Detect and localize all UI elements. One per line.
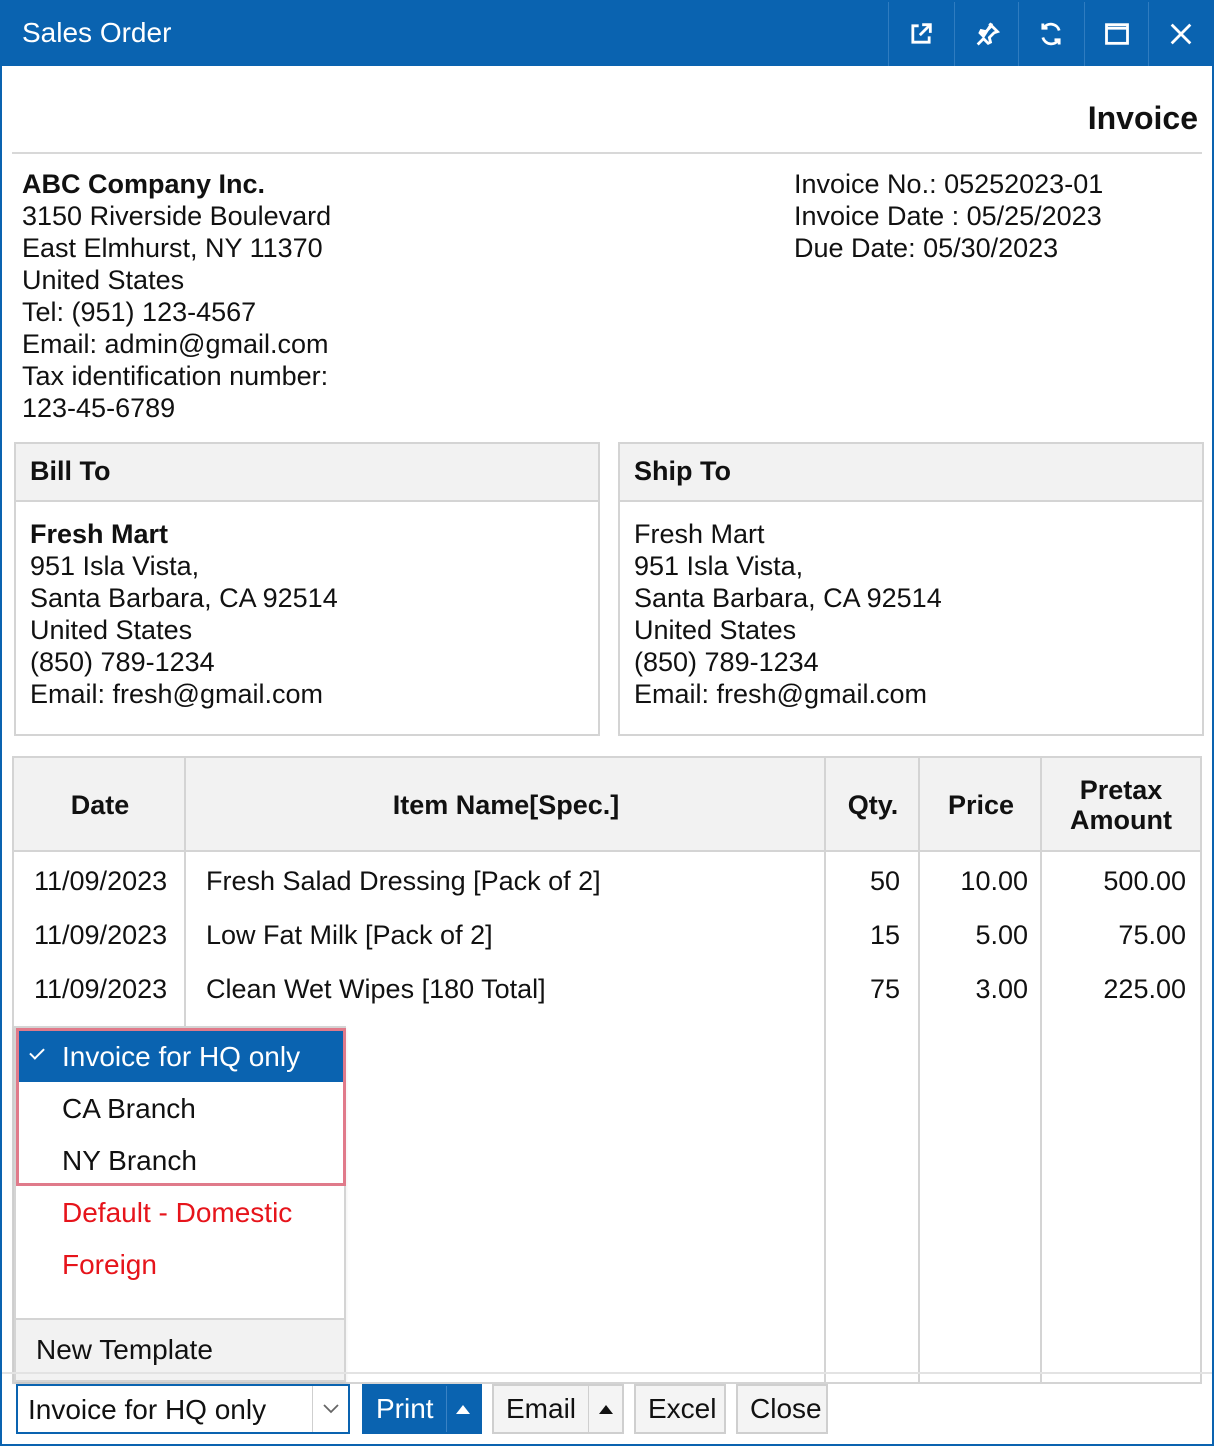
footer-divider [2, 1372, 1212, 1374]
company-name: ABC Company Inc. [22, 169, 266, 199]
cell-date: 11/09/2023 [34, 974, 168, 1004]
cell-date: 11/09/2023 [34, 866, 168, 896]
cell-price: 3.00 [975, 974, 1028, 1004]
excel-button[interactable]: Excel [634, 1384, 726, 1434]
company-info: ABC Company Inc. 3150 Riverside Boulevar… [22, 168, 331, 424]
sales-order-window: Sales Order Invoice ABC Company Inc. 315… [0, 0, 1214, 1446]
template-select-value: Invoice for HQ only [28, 1394, 267, 1425]
header-item-name: Item Name[Spec.] [392, 790, 620, 820]
cell-item: Fresh Salad Dressing [Pack of 2] [206, 866, 601, 896]
cell-amount: 75.00 [1118, 920, 1186, 950]
print-button[interactable]: Print [362, 1384, 482, 1434]
template-dropdown-menu: Invoice for HQ only CA Branch NY Branch … [14, 1026, 346, 1382]
menu-item-ca-branch[interactable]: CA Branch [16, 1082, 344, 1134]
header-qty: Qty. [847, 790, 899, 820]
print-label: Print [376, 1393, 434, 1424]
due-date: Due Date: 05/30/2023 [794, 233, 1059, 263]
refresh-icon [1040, 22, 1061, 46]
excel-label: Excel [648, 1393, 717, 1424]
menu-item-label: Invoice for HQ only [62, 1041, 301, 1072]
cell-qty: 15 [869, 920, 900, 950]
close-label: Close [750, 1393, 822, 1424]
window-title: Sales Order [22, 17, 172, 48]
external-link-icon [910, 23, 932, 44]
cell-price: 10.00 [960, 866, 1028, 896]
header-date: Date [70, 790, 130, 820]
cell-amount: 225.00 [1103, 974, 1186, 1004]
company-line: East Elmhurst, NY 11370 [22, 233, 323, 263]
close-icon [1170, 23, 1191, 45]
menu-item-ny-branch[interactable]: NY Branch [16, 1134, 344, 1186]
bill-to-line: Email: fresh@gmail.com [30, 679, 323, 709]
ship-to-name: Fresh Mart [634, 519, 765, 549]
menu-item-label: Foreign [62, 1249, 157, 1280]
refresh-button[interactable] [1018, 2, 1082, 66]
company-line: Tax identification number: [22, 361, 329, 391]
menu-item-label: Default - Domestic [62, 1197, 293, 1228]
template-select[interactable]: Invoice for HQ only [16, 1384, 350, 1434]
table-row[interactable]: 11/09/2023 Fresh Salad Dressing [Pack of… [14, 854, 1200, 908]
cell-item: Low Fat Milk [Pack of 2] [206, 920, 493, 950]
invoice-info: Invoice No.: 05252023-01 Invoice Date : … [794, 168, 1103, 264]
menu-item-label: NY Branch [62, 1145, 197, 1176]
company-line: Tel: (951) 123-4567 [22, 297, 257, 327]
cell-date: 11/09/2023 [34, 920, 168, 950]
checkmark-icon [29, 1044, 45, 1060]
menu-item-default-domestic[interactable]: Default - Domestic [16, 1186, 344, 1238]
invoice-number: Invoice No.: 05252023-01 [794, 169, 1104, 199]
company-line: Email: admin@gmail.com [22, 329, 329, 359]
cell-qty: 75 [869, 974, 900, 1004]
table-row[interactable]: 11/09/2023 Clean Wet Wipes [180 Total] 7… [14, 962, 1200, 1016]
menu-item-label: CA Branch [62, 1093, 196, 1124]
header-amount: Amount [1070, 805, 1172, 835]
company-line: 3150 Riverside Boulevard [22, 201, 332, 231]
ship-to-line: Santa Barbara, CA 92514 [634, 583, 942, 613]
close-window-button[interactable] [1148, 2, 1212, 66]
bill-to-name: Fresh Mart [30, 519, 169, 549]
bill-to-line: 951 Isla Vista, [30, 551, 200, 581]
ship-to-box: Ship To Fresh Mart 951 Isla Vista, Santa… [618, 442, 1204, 736]
close-button[interactable]: Close [736, 1384, 828, 1434]
bill-to-line: Santa Barbara, CA 92514 [30, 583, 338, 613]
header-pretax: Pretax [1079, 775, 1163, 805]
bill-to-box: Bill To Fresh Mart 951 Isla Vista, Santa… [14, 442, 600, 736]
maximize-icon [1104, 23, 1129, 45]
company-line: United States [22, 265, 185, 295]
invoice-date: Invoice Date : 05/25/2023 [794, 201, 1102, 231]
menu-item-invoice-hq[interactable]: Invoice for HQ only [16, 1030, 344, 1082]
cell-item: Clean Wet Wipes [180 Total] [206, 974, 546, 1004]
caret-up-icon [456, 1404, 471, 1414]
pin-button[interactable] [954, 2, 1018, 66]
ship-to-line: 951 Isla Vista, [634, 551, 804, 581]
header-pretax-amount: Pretax Amount [1042, 758, 1200, 852]
print-options-button[interactable] [445, 1386, 480, 1432]
maximize-button[interactable] [1084, 2, 1148, 66]
open-external-button[interactable] [888, 2, 952, 66]
bill-to-header: Bill To [16, 444, 598, 502]
title-divider [12, 152, 1202, 154]
cell-qty: 50 [869, 866, 900, 896]
bill-to-line: (850) 789-1234 [30, 647, 215, 677]
cell-amount: 500.00 [1103, 866, 1186, 896]
header-price: Price [947, 790, 1015, 820]
title-bar: Sales Order [2, 2, 1212, 66]
caret-up-icon [598, 1404, 613, 1414]
bill-to-line: United States [30, 615, 193, 645]
new-template-button[interactable]: New Template [16, 1320, 344, 1380]
ship-to-line: United States [634, 615, 797, 645]
email-button[interactable]: Email [492, 1384, 624, 1434]
table-row[interactable]: 11/09/2023 Low Fat Milk [Pack of 2] 15 5… [14, 908, 1200, 962]
email-label: Email [506, 1393, 577, 1424]
ship-to-line: Email: fresh@gmail.com [634, 679, 927, 709]
cell-price: 5.00 [975, 920, 1028, 950]
invoice-preview: Invoice ABC Company Inc. 3150 Riverside … [2, 66, 1212, 1446]
document-title: Invoice [1087, 100, 1198, 136]
ship-to-line: (850) 789-1234 [634, 647, 819, 677]
email-options-button[interactable] [588, 1386, 622, 1432]
ship-to-header: Ship To [620, 444, 1202, 502]
pin-icon [976, 22, 1000, 46]
menu-item-foreign[interactable]: Foreign [16, 1238, 344, 1290]
company-line: 123-45-6789 [22, 393, 176, 423]
chevron-down-icon[interactable] [312, 1386, 348, 1432]
